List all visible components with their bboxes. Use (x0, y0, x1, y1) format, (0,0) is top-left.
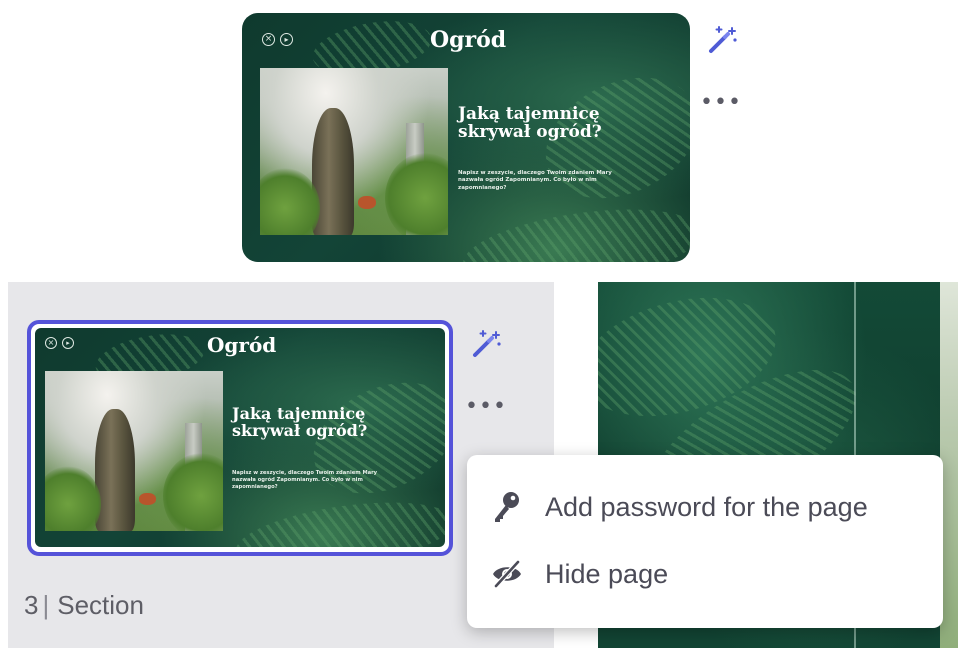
key-icon (491, 491, 523, 523)
leaves (385, 153, 448, 235)
slide-body-text: Napisz w zeszycie, dlaczego Twoim zdanie… (232, 470, 378, 491)
garden-photo (260, 68, 448, 235)
magic-wand-icon[interactable] (706, 24, 740, 56)
slide-controls: × ▸ (45, 337, 74, 349)
fern-decoration (458, 196, 690, 262)
fern-decoration (231, 490, 445, 547)
section-number: 3 (24, 590, 39, 620)
more-options-button[interactable]: ••• (700, 92, 742, 114)
add-password-label: Add password for the page (545, 491, 868, 522)
slide-headline: Jaką tajemnicę skrywał ogród? (232, 404, 368, 440)
section-separator: | (42, 590, 50, 620)
slide-body-text: Napisz w zeszycie, dlaczego Twoim zdanie… (458, 170, 612, 191)
add-password-menu-item[interactable]: Add password for the page (491, 491, 868, 523)
hide-page-label: Hide page (545, 558, 669, 589)
eye-slash-icon (491, 558, 523, 590)
leaves (45, 466, 101, 531)
leaves (260, 168, 320, 235)
close-icon: × (45, 337, 57, 349)
slide-headline: Jaką tajemnicę skrywał ogród? (458, 104, 602, 142)
slide-title: Ogród (430, 27, 507, 53)
slide-controls: × ▸ (262, 33, 293, 46)
play-icon: ▸ (280, 33, 293, 46)
section-label: 3 | Section (24, 590, 144, 621)
editor-screen: × ▸ Ogród Jaką tajemnicę skrywał ogród? … (0, 0, 958, 648)
close-icon: × (262, 33, 275, 46)
fox (358, 196, 376, 209)
fox (139, 493, 156, 505)
tree-trunk (95, 409, 135, 531)
slide-thumbnail-selected[interactable]: × ▸ Ogród Jaką tajemnicę skrywał ogród? … (35, 328, 445, 547)
leaves (163, 453, 223, 531)
garden-photo (45, 371, 223, 531)
section-name[interactable]: Section (57, 590, 144, 620)
slide-thumbnail-top[interactable]: × ▸ Ogród Jaką tajemnicę skrywał ogród? … (242, 13, 690, 262)
page-context-menu: Add password for the page Hide page (467, 455, 943, 628)
more-options-button[interactable]: ••• (465, 396, 507, 418)
slide-title: Ogród (207, 333, 277, 357)
hide-page-menu-item[interactable]: Hide page (491, 558, 668, 590)
play-icon: ▸ (62, 337, 74, 349)
magic-wand-icon[interactable] (470, 328, 504, 360)
